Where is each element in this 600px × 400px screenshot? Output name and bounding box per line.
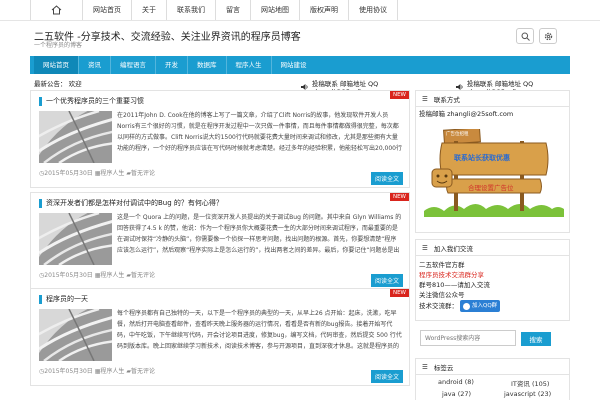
tag-count: (105) [531,380,550,388]
widget-title: 联系方式 [433,95,460,104]
ad-sign-main: 联系站长获取优惠 [454,154,510,162]
post-category[interactable]: 程序人生 [100,368,124,375]
post-date: 2015年05月30日 [44,272,93,279]
nav-item[interactable]: 网站建设 [270,56,316,74]
post-thumbnail[interactable] [39,213,112,265]
topnav-item[interactable]: 版权声明 [300,0,349,20]
join-qq-button[interactable]: 加入QQ群 [460,300,501,312]
widget-header: ☰ 加入我们交流 [416,240,569,256]
topnav-item[interactable]: 网站首页 [83,0,132,20]
search-widget: 搜索 [415,324,570,353]
home-icon [51,5,62,15]
nav-item[interactable]: 编程语言 [110,56,155,74]
widget-title: 加入我们交流 [433,244,473,253]
tag-item[interactable]: IT资讯 (105) [511,378,549,388]
home-button[interactable] [31,0,83,20]
group-line: 关注微信公众号 [419,291,465,299]
list-icon: ☰ [422,94,428,103]
topnav-item[interactable]: 网站地图 [251,0,300,20]
topnav-item[interactable]: 留言 [216,0,251,20]
list-icon: ☰ [422,362,428,371]
post-card: 程序员的一天 NEW 每个程序员都有自己独特的一天，以下是一个程序员的典型的一天… [30,288,410,386]
tag-count: (27) [457,390,472,398]
post-title[interactable]: 资深开发者们都是怎样对付调试中的Bug 的？有何心得？ [39,199,223,208]
search-toggle-button[interactable] [516,28,534,44]
tag-count: (23) [537,390,552,398]
nav-item[interactable]: 程序人生 [225,56,271,74]
tag-name: IT资讯 [511,380,530,388]
post-category[interactable]: 程序人生 [100,170,124,177]
main-navigation: 网站首页 资讯 编程语言 开发 数据库 程序人生 网站建设 [30,56,570,74]
search-input[interactable] [420,330,516,346]
widget-header: ☰ 联系方式 [416,91,569,107]
list-icon: ☰ [422,243,428,252]
widget-title: 标签云 [433,363,454,372]
group-info: 二五软件官方群 程序员技术交流群分享 群号810——请加入交流 关注微信公众号 … [416,256,569,312]
post-date: 2015年05月30日 [44,170,93,177]
tag-item[interactable]: javascript (23) [504,390,551,398]
contact-widget: ☰ 联系方式 投稿邮箱 zhangli@25soft.com 广告位招租 联系站长… [415,90,570,233]
nav-item[interactable]: 数据库 [187,56,226,74]
post-comments[interactable]: 暂无评论 [131,368,155,375]
ad-banner[interactable]: 广告位招租 联系站长获取优惠 合理设置广告位 [424,127,564,227]
post-card: 一个优秀程序员的三个重要习惯 NEW 在2011年John D. Cook在他的… [30,90,410,188]
post-thumbnail[interactable] [39,111,112,163]
post-category[interactable]: 程序人生 [100,272,124,279]
post-thumbnail[interactable] [39,309,112,361]
tag-item[interactable]: android (8) [438,378,474,386]
nav-item-home[interactable]: 网站首页 [34,56,78,74]
settings-button[interactable] [539,28,557,44]
post-excerpt: 这是一个 Quora 上的问题，是一位资深开发人员提出的关于调试Bug 的问题。… [117,214,402,254]
nav-item[interactable]: 资讯 [78,56,110,74]
tag-name: javascript [504,390,536,398]
announcement-label: 最新公告： 欢迎 [34,80,82,88]
search-submit-button[interactable]: 搜索 [521,332,551,346]
search-icon [521,32,530,41]
group-line: 二五软件官方群 [419,261,465,269]
post-date: 2015年05月30日 [44,368,93,375]
tag-name: java [442,390,456,398]
group-line: 技术交流群： [419,302,458,310]
new-badge: NEW [389,193,409,201]
join-qq-label: 加入QQ群 [472,303,498,309]
top-navigation: 网站首页 关于 联系我们 留言 网站地图 版权声明 使用协议 [30,0,398,20]
gear-icon [544,32,552,40]
nav-item[interactable]: 开发 [155,56,187,74]
post-title[interactable]: 程序员的一天 [39,295,88,304]
group-line: 程序员技术交流群分享 [419,271,484,279]
group-line: 群号810——请加入交流 [419,281,490,289]
read-more-button[interactable]: 阅读全文 [370,274,403,287]
post-card: 资深开发者们都是怎样对付调试中的Bug 的？有何心得？ NEW 这是一个 Quo… [30,192,410,290]
tag-count: (8) [464,378,474,386]
qq-icon [463,302,470,310]
site-subtitle: 一个程序员的博客 [34,42,83,49]
ad-sign-sub: 合理设置广告位 [468,184,514,192]
post-title[interactable]: 一个优秀程序员的三个重要习惯 [39,97,144,106]
divider [0,20,600,21]
widget-header: ☰ 标签云 [416,359,569,375]
tag-item[interactable]: java (27) [442,390,471,398]
contact-email: 投稿邮箱 zhangli@25soft.com [419,110,514,118]
group-widget: ☰ 加入我们交流 二五软件官方群 程序员技术交流群分享 群号810——请加入交流 … [415,239,570,321]
new-badge: NEW [389,289,409,297]
topnav-item[interactable]: 关于 [132,0,167,20]
tag-name: android [438,378,463,386]
read-more-button[interactable]: 阅读全文 [370,172,403,185]
post-meta: ◷2015年05月30日 ▦程序人生 ▰暂无评论 [39,366,155,375]
topnav-item[interactable]: 使用协议 [349,0,398,20]
post-comments[interactable]: 暂无评论 [131,272,155,279]
post-comments[interactable]: 暂无评论 [131,170,155,177]
topnav-item[interactable]: 联系我们 [167,0,216,20]
tags-widget: ☰ 标签云 android (8) IT资讯 (105) java (27) ja… [415,358,570,400]
ad-sign-top: 广告位招租 [446,132,469,137]
post-meta: ◷2015年05月30日 ▦程序人生 ▰暂无评论 [39,270,155,279]
post-excerpt: 在2011年John D. Cook在他的博客上写了一篇文章，介绍了Clift … [117,112,402,152]
new-badge: NEW [389,91,409,99]
read-more-button[interactable]: 阅读全文 [370,370,403,383]
post-excerpt: 每个程序员都有自己独特的一天，以下是一个程序员的典型的一天，从早上26 点开始：… [117,310,402,350]
post-meta: ◷2015年05月30日 ▦程序人生 ▰暂无评论 [39,168,155,177]
